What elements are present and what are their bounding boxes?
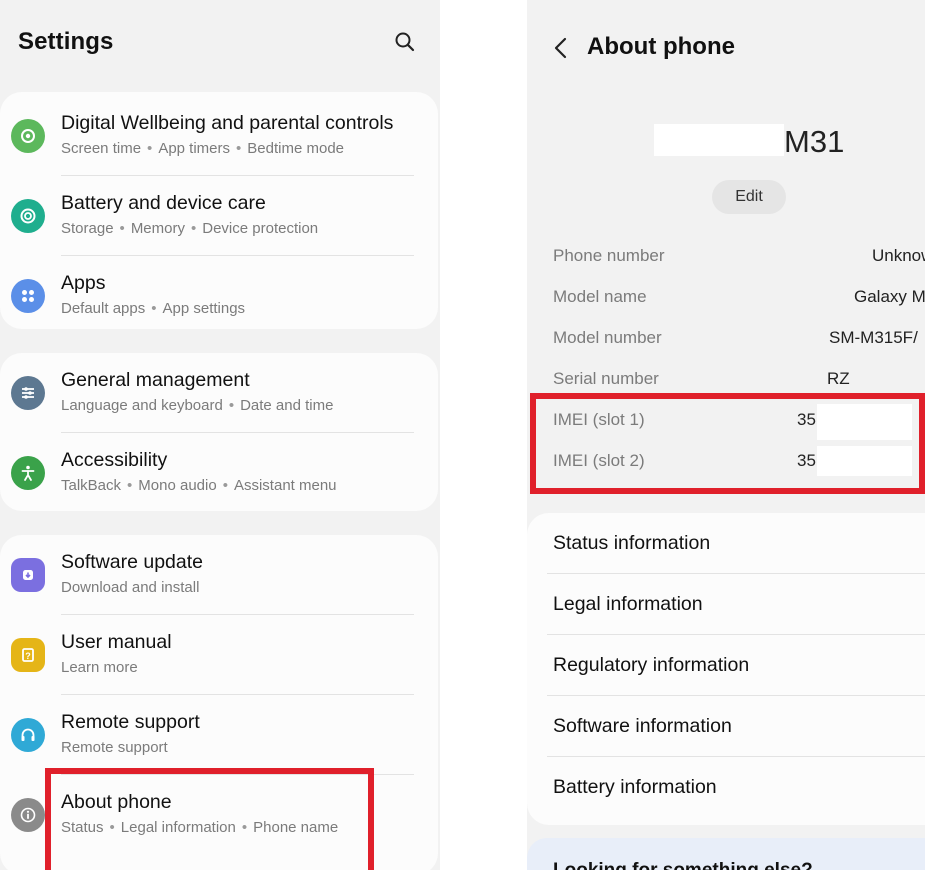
- device-care-icon: [11, 199, 45, 233]
- svg-text:?: ?: [25, 651, 31, 661]
- item-title: Digital Wellbeing and parental controls: [61, 112, 394, 134]
- menu-label: Software information: [553, 715, 732, 737]
- info-menu-card: Status information Legal information Reg…: [527, 513, 925, 825]
- apps-icon: [11, 279, 45, 313]
- info-row-model-number: Model number SM-M315F/: [527, 328, 925, 354]
- menu-battery-information[interactable]: Battery information: [527, 757, 925, 818]
- search-icon[interactable]: [393, 30, 417, 54]
- settings-item-accessibility[interactable]: Accessibility TalkBack • Mono audio • Assist…: [0, 433, 438, 513]
- info-label: Serial number: [553, 369, 659, 388]
- settings-item-digital-wellbeing[interactable]: Digital Wellbeing and parental controls …: [0, 96, 438, 176]
- info-value: SM-M315F/: [829, 328, 918, 347]
- info-value: Galaxy M: [854, 287, 925, 306]
- item-subtitle: TalkBack • Mono audio • Assistant menu: [61, 477, 337, 494]
- settings-item-battery-device-care[interactable]: Battery and device care Storage • Memory • D…: [0, 176, 438, 256]
- info-row-model-name: Model name Galaxy M: [527, 287, 925, 313]
- settings-screen: Settings Digital Wellbeing and parental …: [0, 0, 440, 870]
- menu-status-information[interactable]: Status information: [527, 513, 925, 574]
- accessibility-icon: [11, 456, 45, 490]
- menu-label: Legal information: [553, 593, 703, 615]
- info-label: Model name: [553, 287, 647, 306]
- item-title: User manual: [61, 631, 172, 653]
- settings-item-user-manual[interactable]: ? User manual Learn more: [0, 615, 438, 695]
- user-manual-icon: ?: [11, 638, 45, 672]
- about-phone-highlight: [45, 768, 374, 870]
- item-subtitle: Language and keyboard • Date and time: [61, 397, 334, 414]
- looking-for-something-else-card: Looking for something else?: [527, 838, 925, 870]
- menu-software-information[interactable]: Software information: [527, 696, 925, 757]
- menu-legal-information[interactable]: Legal information: [527, 574, 925, 635]
- item-subtitle: Learn more: [61, 659, 138, 676]
- general-management-icon: [11, 376, 45, 410]
- headset-icon: [11, 718, 45, 752]
- menu-label: Regulatory information: [553, 654, 750, 676]
- item-title: Remote support: [61, 711, 200, 733]
- software-update-icon: [11, 558, 45, 592]
- menu-label: Battery information: [553, 776, 717, 798]
- info-value: RZ: [827, 369, 850, 388]
- device-name: M31: [784, 124, 845, 159]
- item-subtitle: Screen time • App timers • Bedtime mode: [61, 140, 344, 157]
- info-label: Model number: [553, 328, 662, 347]
- about-phone-screen: About phone M31 Edit Phone number Unknow…: [527, 0, 925, 870]
- redacted-device-name: [654, 124, 784, 156]
- page-title: About phone: [587, 33, 735, 60]
- digital-wellbeing-icon: [11, 119, 45, 153]
- menu-regulatory-information[interactable]: Regulatory information: [527, 635, 925, 696]
- info-label: Phone number: [553, 246, 665, 265]
- item-subtitle: Storage • Memory • Device protection: [61, 220, 319, 237]
- edit-button[interactable]: Edit: [712, 180, 786, 214]
- settings-group-1: Digital Wellbeing and parental controls …: [0, 92, 438, 329]
- looking-for-text: Looking for something else?: [553, 860, 813, 870]
- info-icon: [11, 798, 45, 832]
- settings-item-software-update[interactable]: Software update Download and install: [0, 535, 438, 615]
- item-subtitle: Remote support: [61, 739, 168, 756]
- settings-item-apps[interactable]: Apps Default apps • App settings: [0, 256, 438, 336]
- info-value: Unknow: [872, 246, 925, 265]
- settings-item-general-management[interactable]: General management Language and keyboard…: [0, 353, 438, 433]
- imei-highlight: [530, 393, 925, 494]
- item-subtitle: Download and install: [61, 579, 200, 596]
- menu-label: Status information: [553, 532, 711, 554]
- info-row-phone-number: Phone number Unknow: [527, 246, 925, 272]
- item-title: Accessibility: [61, 449, 168, 471]
- page-title: Settings: [18, 28, 114, 55]
- item-subtitle: Default apps • App settings: [61, 300, 246, 317]
- item-title: Apps: [61, 272, 106, 294]
- item-title: Battery and device care: [61, 192, 266, 214]
- settings-item-remote-support[interactable]: Remote support Remote support: [0, 695, 438, 775]
- back-arrow-icon[interactable]: [553, 36, 569, 60]
- settings-group-2: General management Language and keyboard…: [0, 353, 438, 511]
- info-row-serial-number: Serial number RZ: [527, 369, 925, 395]
- item-title: General management: [61, 369, 250, 391]
- item-title: Software update: [61, 551, 204, 573]
